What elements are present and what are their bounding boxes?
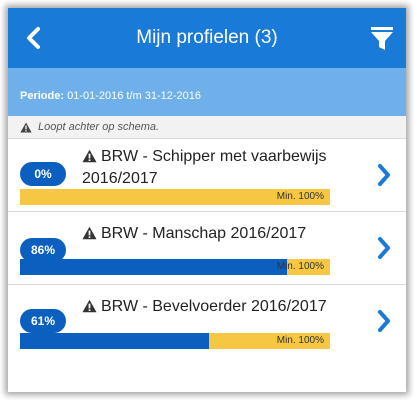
behind-schedule-notice: Loopt achter op schema. [8, 116, 406, 139]
profile-item-manschap[interactable]: 86% BRW - Manschap 2016/2017 Min. 100% [8, 212, 406, 285]
minimum-label: Min. 100% [276, 191, 324, 202]
notice-text: Loopt achter op schema. [38, 121, 160, 133]
warning-triangle-icon [20, 122, 32, 132]
filter-button[interactable] [366, 22, 398, 54]
profile-title: BRW - Schipper met vaarbewijs 2016/2017 [82, 147, 346, 189]
progress-bar: Min. 100% [20, 333, 330, 349]
profile-item-bevelvoerder[interactable]: 61% BRW - Bevelvoerder 2016/2017 Min. 10… [8, 285, 406, 358]
period-bar: Periode: 01-01-2016 t/m 31-12-2016 [8, 68, 406, 116]
chevron-right-icon [378, 164, 390, 186]
minimum-label: Min. 100% [276, 261, 324, 272]
back-button[interactable] [18, 22, 50, 54]
chevron-right-icon [378, 237, 390, 259]
progress-bar: Min. 100% [20, 189, 330, 205]
app-frame: Mijn profielen (3) Periode: 01-01-2016 t… [8, 8, 406, 392]
warning-triangle-icon [82, 149, 97, 169]
period-value: 01-01-2016 t/m 31-12-2016 [64, 90, 201, 102]
warning-triangle-icon [82, 226, 97, 246]
percent-badge: 0% [20, 162, 66, 186]
chevron-right-icon [378, 310, 390, 332]
filter-icon [371, 27, 393, 50]
progress-fill [20, 259, 287, 275]
profile-title-text: BRW - Schipper met vaarbewijs 2016/2017 [82, 148, 327, 187]
profile-item-schipper[interactable]: 0% BRW - Schipper met vaarbewijs 2016/20… [8, 139, 406, 212]
period-label: Periode: [20, 90, 65, 102]
profile-title: BRW - Manschap 2016/2017 [82, 224, 346, 246]
profile-title: BRW - Bevelvoerder 2016/2017 [82, 297, 346, 319]
warning-triangle-icon [82, 299, 97, 319]
header-bar: Mijn profielen (3) [8, 8, 406, 68]
progress-fill [20, 333, 210, 349]
chevron-left-icon [27, 27, 40, 49]
progress-bar: Min. 100% [20, 259, 330, 275]
profile-title-text: BRW - Bevelvoerder 2016/2017 [101, 298, 327, 315]
minimum-label: Min. 100% [276, 335, 324, 346]
percent-badge: 61% [20, 309, 66, 333]
page-title: Mijn profielen (3) [136, 27, 278, 48]
profile-title-text: BRW - Manschap 2016/2017 [101, 225, 307, 242]
